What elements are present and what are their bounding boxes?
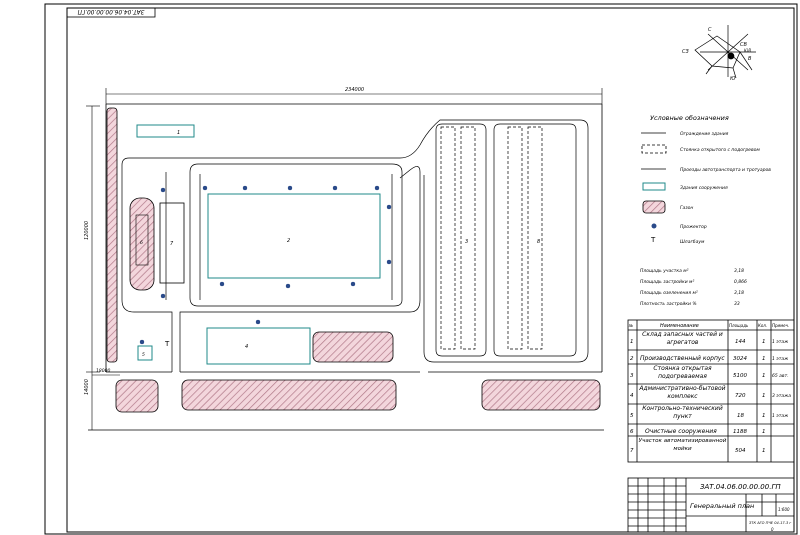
table-row-3-note: 65 авт. bbox=[772, 373, 789, 379]
rose-label-w: СЗ bbox=[682, 49, 689, 55]
legend-item-4: Здания сооружения bbox=[680, 185, 728, 191]
legend-item-1: Ограждение здания bbox=[680, 131, 729, 137]
table-header-qty: Кол. bbox=[758, 323, 767, 328]
top-stamp-text: ЗАТ.04.06.00.00.00.ГП bbox=[77, 8, 144, 14]
stat-value-3: 3,18 bbox=[734, 290, 744, 296]
dimension-top-label: 234000 bbox=[345, 87, 364, 93]
legend-item-3: Проезды автотранспорта и тротуаров bbox=[680, 167, 771, 173]
table-row-3-area: 5100 bbox=[733, 373, 747, 379]
lawn-bottom-3 bbox=[481, 379, 601, 411]
table-row-2-name: Производственный корпус bbox=[640, 355, 725, 362]
table-row-3-name: Стоянка открытая подогреваемая bbox=[653, 365, 712, 380]
table-row-5-name: Контрольно-технический пункт bbox=[642, 405, 723, 420]
legend-item-2: Стоянка открытого с подогревом bbox=[680, 147, 760, 153]
table-row-2-area: 3024 bbox=[733, 356, 747, 362]
table-row-6-num: 6 bbox=[630, 429, 634, 435]
table-row-5-num: 5 bbox=[630, 413, 634, 419]
legend-item-7: Шлагбаум bbox=[680, 239, 705, 245]
stat-value-1: 3,18 bbox=[734, 268, 744, 274]
table-row-1-num: 1 bbox=[630, 339, 634, 345]
stat-label-4: Плотность застройки % bbox=[640, 301, 697, 307]
building-6-label: 6 bbox=[140, 240, 143, 246]
legend-barrier-icon: T bbox=[650, 236, 656, 244]
dimension-left-label: 120000 bbox=[84, 221, 90, 240]
stat-label-3: Площадь озеленения м² bbox=[640, 290, 698, 296]
table-row-1-note: 1 этаж bbox=[772, 339, 789, 345]
table-row-4-num: 4 bbox=[630, 393, 634, 399]
legend-title: Условные обозначения bbox=[650, 114, 729, 122]
title-block-sheet: 1:600 bbox=[778, 507, 790, 512]
stat-value-2: 0,866 bbox=[734, 279, 747, 285]
barrier-icon: T bbox=[164, 340, 170, 348]
stat-label-1: Площадь участка м² bbox=[640, 268, 689, 274]
title-block-code: ЗАТ.04.06.00.00.00.ГП bbox=[700, 483, 781, 491]
legend-item-6: Прожектор bbox=[680, 224, 707, 230]
table-header-area: Площадь bbox=[729, 323, 749, 328]
dimension-bottom-gap-label: 14000 bbox=[84, 379, 90, 395]
table-header-num: № bbox=[628, 323, 633, 328]
legend-item-5: Газон bbox=[680, 205, 693, 211]
stat-value-4: 33 bbox=[734, 301, 740, 307]
lawn-bottom-1 bbox=[115, 379, 159, 413]
stat-label-2: Площадь застройки м² bbox=[640, 279, 694, 285]
table-row-3-qty: 1 bbox=[762, 373, 766, 379]
rose-label-s: Ю bbox=[730, 76, 736, 82]
parking-3a-label: 3 bbox=[465, 239, 468, 245]
table-row-4-note: 3 этажа bbox=[772, 393, 791, 399]
table-row-7-name: Участок автоматизированной мойки bbox=[638, 438, 727, 452]
table-row-7-qty: 1 bbox=[762, 448, 766, 454]
rose-label-se: ЮВ bbox=[744, 48, 751, 53]
building-5-label: 5 bbox=[142, 352, 145, 358]
rose-label-n: С bbox=[708, 27, 712, 33]
title-block-name: Генеральный план bbox=[690, 502, 754, 510]
table-row-5-area: 18 bbox=[737, 413, 744, 419]
table-header-name: Наименование bbox=[660, 323, 699, 329]
table-row-5-note: 1 этаж bbox=[772, 413, 789, 419]
building-4-label: 4 bbox=[245, 344, 248, 350]
table-row-1-area: 144 bbox=[735, 339, 746, 345]
table-row-1-name: Склад запасных частей и агрегатов bbox=[642, 331, 723, 346]
table-row-4-qty: 1 bbox=[762, 393, 766, 399]
table-row-3-num: 3 bbox=[630, 373, 634, 379]
table-row-5-qty: 1 bbox=[762, 413, 766, 419]
table-row-2-qty: 1 bbox=[762, 356, 766, 362]
site-plan-drawing: ЗАТ.04.06.00.00.00.ГП С СЗ В Ю СВ ЮВ 234… bbox=[0, 0, 800, 535]
building-2-label: 2 bbox=[287, 238, 290, 244]
table-row-1-qty: 1 bbox=[762, 339, 766, 345]
dimension-left-gap-label: 18000 bbox=[96, 368, 110, 374]
lawn-bottom-2 bbox=[181, 379, 397, 411]
building-1-label: 1 bbox=[177, 130, 180, 136]
table-row-7-area: 504 bbox=[735, 448, 746, 454]
lawn-left-strip bbox=[106, 107, 118, 363]
table-row-6-name: Очистные сооружения bbox=[645, 428, 717, 435]
table-row-6-qty: 1 bbox=[762, 429, 766, 435]
table-row-2-note: 1 этаж bbox=[772, 356, 789, 362]
rose-label-e: В bbox=[748, 56, 752, 62]
table-row-2-num: 2 bbox=[630, 356, 634, 362]
table-row-4-name: Административно-бытовой комплекс bbox=[639, 385, 726, 400]
table-row-6-area: 1188 bbox=[733, 429, 747, 435]
parking-3b-label: 8 bbox=[537, 239, 540, 245]
legend-floodlight-icon bbox=[651, 223, 657, 229]
lawn-near-admin bbox=[312, 331, 394, 363]
table-header-note: Примеч. bbox=[772, 323, 789, 328]
table-row-7-num: 7 bbox=[630, 448, 634, 454]
title-block-org: ЗТК АГО ПЧЕ 04-17-3 г bbox=[749, 521, 791, 525]
table-row-4-area: 720 bbox=[735, 393, 746, 399]
